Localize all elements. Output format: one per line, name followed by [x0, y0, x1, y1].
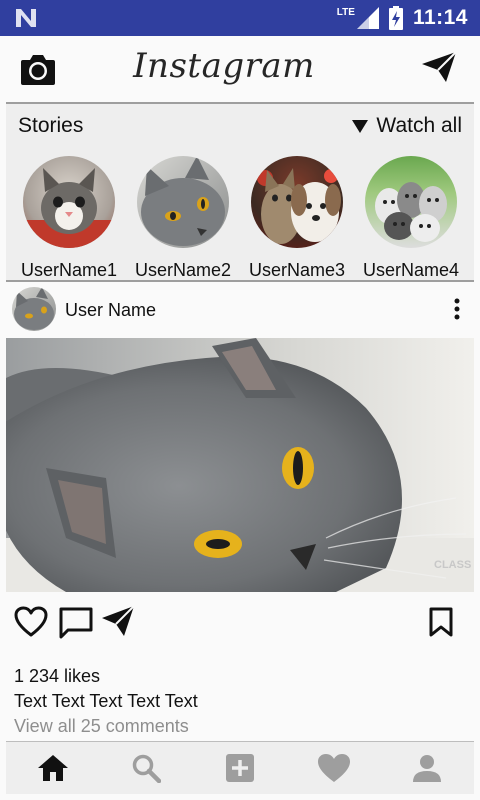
post-author-avatar[interactable]: [12, 287, 56, 331]
search-icon: [133, 754, 162, 783]
direct-message-icon[interactable]: [420, 50, 458, 84]
nav-home-button[interactable]: [31, 748, 75, 788]
story-avatar: [23, 156, 115, 248]
nav-activity-button[interactable]: [312, 748, 356, 788]
network-type: LTE: [336, 6, 355, 18]
heart-icon: [317, 754, 350, 782]
add-icon: [225, 754, 254, 782]
bookmark-icon[interactable]: [428, 606, 454, 638]
nav-add-button[interactable]: [218, 748, 262, 788]
more-options-icon[interactable]: [454, 298, 460, 320]
story-item[interactable]: UserName3: [240, 156, 354, 281]
share-icon[interactable]: [100, 604, 136, 638]
stories-panel: Stories Watch all UserName1 UserName2 Us…: [6, 104, 474, 280]
story-username: UserName3: [248, 260, 346, 280]
post-actions: [6, 602, 474, 648]
nav-search-button[interactable]: [124, 748, 168, 788]
watch-all-label: Watch all: [376, 114, 462, 137]
status-bar: LTE 11:14: [0, 0, 480, 36]
story-avatar: [365, 156, 457, 248]
stories-title: Stories: [18, 114, 84, 137]
watch-all-button[interactable]: Watch all: [352, 114, 462, 138]
story-username: UserName4: [362, 260, 460, 280]
stories-divider: [6, 280, 474, 282]
story-username: UserName2: [134, 260, 232, 280]
like-heart-icon[interactable]: [14, 606, 48, 638]
profile-icon: [413, 755, 442, 782]
clock: 11:14: [412, 6, 468, 29]
story-item[interactable]: UserName4: [354, 156, 468, 281]
story-avatar: [251, 156, 343, 248]
story-username: UserName1: [20, 260, 118, 280]
watermark-text: CLASS: [434, 559, 471, 571]
battery-icon: [388, 6, 403, 30]
post-author-name[interactable]: User Name: [65, 300, 156, 321]
view-comments-link[interactable]: View all 25 comments: [14, 716, 189, 737]
app-logo: Instagram: [133, 46, 315, 86]
comment-icon[interactable]: [58, 606, 94, 640]
story-item[interactable]: UserName2: [126, 156, 240, 281]
signal-icon: [356, 7, 379, 29]
story-avatar: [137, 156, 229, 248]
post-image[interactable]: CLASS: [6, 338, 474, 592]
post-caption: Text Text Text Text Text: [14, 691, 198, 711]
bottom-navigation: [6, 742, 474, 794]
story-item[interactable]: UserName1: [12, 156, 126, 281]
app-header: Instagram: [0, 36, 480, 102]
likes-count[interactable]: 1 234 likes: [14, 666, 100, 687]
post-header: User Name: [6, 284, 474, 336]
home-icon: [37, 755, 68, 781]
android-n-icon: [16, 9, 36, 27]
triangle-down-icon: [352, 119, 369, 133]
nav-profile-button[interactable]: [405, 748, 449, 788]
